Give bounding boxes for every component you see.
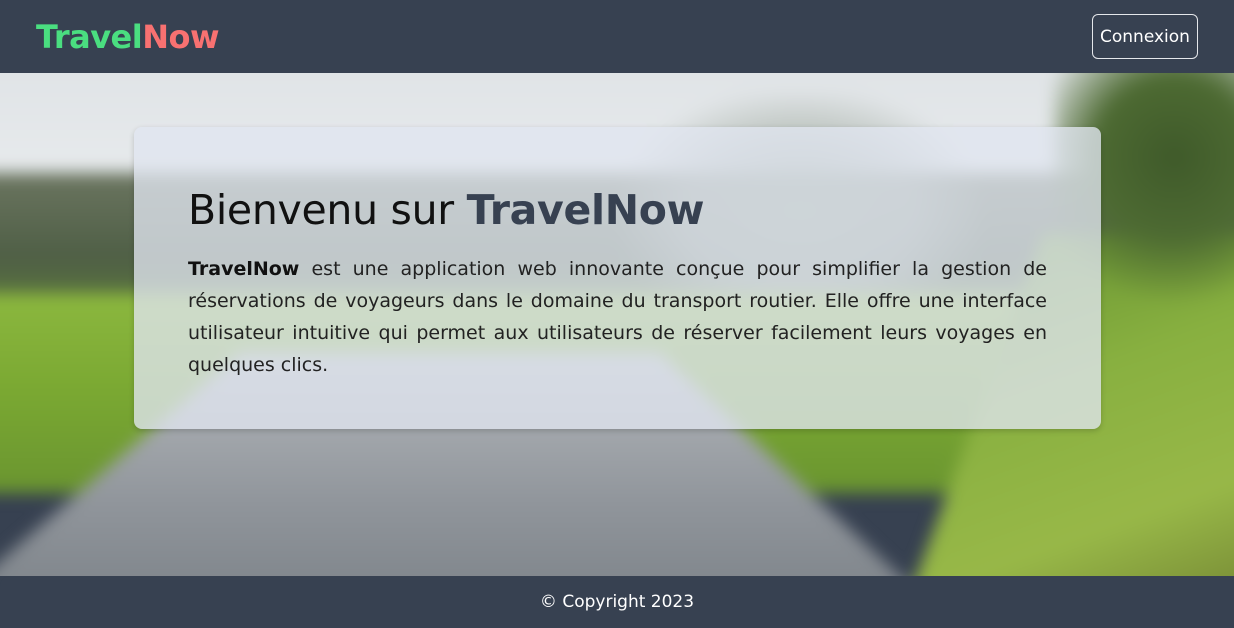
welcome-description-text: est une application web innovante conçue… [188,258,1047,376]
copyright-text: © Copyright 2023 [539,592,695,612]
brand-logo[interactable]: TravelNow [36,17,220,56]
footer: © Copyright 2023 [0,576,1234,628]
welcome-description-brand: TravelNow [188,258,300,280]
brand-logo-part2: Now [142,17,220,56]
hero-section: Bienvenu sur TravelNow TravelNow est une… [0,73,1234,576]
welcome-description: TravelNow est une application web innova… [188,253,1047,381]
welcome-title: Bienvenu sur TravelNow [188,185,1047,235]
navbar: TravelNow Connexion [0,0,1234,73]
brand-logo-part1: Travel [36,17,143,56]
welcome-title-prefix: Bienvenu sur [188,186,467,234]
welcome-title-brand: TravelNow [466,186,705,234]
welcome-card: Bienvenu sur TravelNow TravelNow est une… [134,127,1101,429]
login-button[interactable]: Connexion [1092,14,1198,59]
